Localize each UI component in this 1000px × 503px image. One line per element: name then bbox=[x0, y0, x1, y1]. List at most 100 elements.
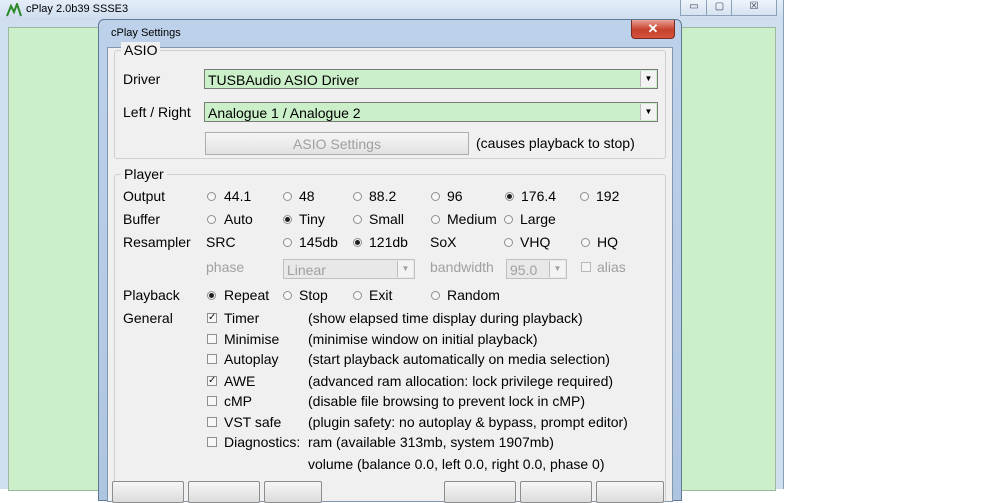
awe-description: (advanced ram allocation: lock privilege… bbox=[308, 373, 614, 389]
sox-radio-vhq[interactable] bbox=[504, 238, 513, 247]
vst-safe-description: (plugin safety: no autoplay & bypass, pr… bbox=[308, 414, 628, 430]
src-radio-145db[interactable] bbox=[283, 238, 292, 247]
src-label: SRC bbox=[206, 234, 236, 250]
main-close-button[interactable]: ☒ bbox=[731, 0, 777, 16]
phase-label: phase bbox=[206, 259, 245, 275]
phase-select[interactable]: Linear ▼ bbox=[283, 259, 415, 279]
main-window-title: cPlay 2.0b39 SSSE3 bbox=[26, 3, 129, 15]
playback-option-repeat: Repeat bbox=[224, 287, 270, 303]
vst-safe-label: VST safe bbox=[224, 414, 282, 430]
bandwidth-select[interactable]: 95.0 ▼ bbox=[506, 259, 567, 279]
output-option-88-2: 88.2 bbox=[369, 188, 397, 204]
playback-radio-exit[interactable] bbox=[353, 291, 362, 300]
alias-checkbox[interactable] bbox=[581, 262, 591, 272]
output-radio-48[interactable] bbox=[283, 192, 292, 201]
sox-option-hq: HQ bbox=[597, 234, 618, 250]
output-option-176-4: 176.4 bbox=[521, 188, 557, 204]
minimize-button[interactable]: ▭ bbox=[680, 0, 708, 16]
output-radio-44-1[interactable] bbox=[207, 192, 216, 201]
maximize-button[interactable]: ▢ bbox=[706, 0, 733, 16]
minimise-checkbox[interactable] bbox=[207, 334, 217, 344]
chevron-down-icon: ▼ bbox=[397, 261, 413, 277]
dialog-close-button[interactable]: ✕ bbox=[631, 20, 675, 39]
playback-label: Playback bbox=[123, 287, 180, 303]
dialog-title: cPlay Settings bbox=[111, 27, 181, 39]
alias-label: alias bbox=[597, 259, 626, 275]
diagnostics-ram-info: ram (available 313mb, system 1907mb) bbox=[308, 434, 554, 450]
playback-radio-repeat[interactable] bbox=[207, 291, 216, 300]
output-option-44-1: 44.1 bbox=[224, 188, 252, 204]
driver-select[interactable]: TUSBAudio ASIO Driver ▼ bbox=[204, 69, 658, 89]
resampler-label: Resampler bbox=[123, 234, 191, 250]
main-titlebar[interactable]: cPlay 2.0b39 SSSE3 bbox=[0, 0, 783, 20]
close-icon: ☒ bbox=[749, 1, 759, 12]
minimise-label: Minimise bbox=[224, 331, 280, 347]
dialog-client-area: ASIO Driver TUSBAudio ASIO Driver ▼ Left… bbox=[107, 42, 673, 503]
output-option-192: 192 bbox=[596, 188, 620, 204]
minimize-icon: ▭ bbox=[689, 1, 699, 12]
buffer-option-tiny: Tiny bbox=[299, 211, 325, 227]
buffer-option-auto: Auto bbox=[224, 211, 253, 227]
channels-value: Analogue 1 / Analogue 2 bbox=[208, 105, 361, 121]
timer-checkbox[interactable]: ✓ bbox=[207, 313, 217, 323]
playback-option-random: Random bbox=[447, 287, 500, 303]
bottom-button-3[interactable] bbox=[264, 481, 322, 503]
settings-dialog: cPlay Settings ✕ ASIO Driver TUSBAudio A… bbox=[98, 19, 682, 503]
autoplay-label: Autoplay bbox=[224, 351, 279, 367]
bottom-button-1[interactable] bbox=[112, 481, 184, 503]
buffer-radio-small[interactable] bbox=[353, 215, 362, 224]
output-radio-192[interactable] bbox=[580, 192, 589, 201]
buffer-radio-tiny[interactable] bbox=[283, 215, 292, 224]
buffer-option-small: Small bbox=[369, 211, 405, 227]
timer-description: (show elapsed time display during playba… bbox=[308, 310, 583, 326]
bottom-button-5[interactable] bbox=[520, 481, 592, 503]
chevron-down-icon: ▼ bbox=[640, 104, 656, 120]
buffer-radio-large[interactable] bbox=[504, 215, 513, 224]
src-radio-121db[interactable] bbox=[353, 238, 362, 247]
asio-settings-note: (causes playback to stop) bbox=[476, 135, 635, 151]
autoplay-checkbox[interactable] bbox=[207, 354, 217, 364]
phase-value: Linear bbox=[287, 262, 326, 278]
awe-checkbox[interactable]: ✓ bbox=[207, 376, 217, 386]
asio-settings-button[interactable]: ASIO Settings bbox=[205, 132, 469, 155]
diagnostics-checkbox[interactable] bbox=[207, 437, 217, 447]
asio-group-label: ASIO bbox=[121, 42, 161, 58]
playback-option-exit: Exit bbox=[369, 287, 393, 303]
bottom-button-6[interactable] bbox=[596, 481, 664, 503]
playback-option-stop: Stop bbox=[299, 287, 328, 303]
awe-label: AWE bbox=[224, 373, 256, 389]
chevron-down-icon: ▼ bbox=[549, 261, 565, 277]
sox-label: SoX bbox=[430, 234, 457, 250]
buffer-option-large: Large bbox=[520, 211, 556, 227]
left-right-label: Left / Right bbox=[123, 104, 191, 120]
channels-select[interactable]: Analogue 1 / Analogue 2 ▼ bbox=[204, 102, 658, 122]
bottom-button-4[interactable] bbox=[444, 481, 516, 503]
buffer-radio-auto[interactable] bbox=[207, 215, 216, 224]
output-radio-88-2[interactable] bbox=[353, 192, 362, 201]
cmp-checkbox[interactable] bbox=[207, 396, 217, 406]
driver-value: TUSBAudio ASIO Driver bbox=[208, 72, 359, 88]
playback-radio-random[interactable] bbox=[431, 291, 440, 300]
buffer-radio-medium[interactable] bbox=[431, 215, 440, 224]
diagnostics-volume-info: volume (balance 0.0, left 0.0, right 0.0… bbox=[308, 456, 605, 472]
sox-radio-hq[interactable] bbox=[581, 238, 590, 247]
playback-radio-stop[interactable] bbox=[283, 291, 292, 300]
minimise-description: (minimise window on initial playback) bbox=[308, 331, 538, 347]
app-logo-icon bbox=[6, 3, 22, 17]
maximize-icon: ▢ bbox=[714, 1, 725, 12]
output-radio-96[interactable] bbox=[431, 192, 440, 201]
cmp-description: (disable file browsing to prevent lock i… bbox=[308, 393, 586, 409]
cmp-label: cMP bbox=[224, 393, 252, 409]
player-group-label: Player bbox=[121, 166, 167, 182]
output-option-96: 96 bbox=[447, 188, 463, 204]
output-option-48: 48 bbox=[299, 188, 315, 204]
src-option-145db: 145db bbox=[299, 234, 338, 250]
bandwidth-value: 95.0 bbox=[510, 262, 538, 278]
bottom-button-2[interactable] bbox=[188, 481, 260, 503]
driver-label: Driver bbox=[123, 71, 161, 87]
output-label: Output bbox=[123, 188, 166, 204]
chevron-down-icon: ▼ bbox=[640, 71, 656, 87]
diagnostics-label: Diagnostics: bbox=[224, 434, 301, 450]
vst-safe-checkbox[interactable] bbox=[207, 417, 217, 427]
output-radio-176-4[interactable] bbox=[505, 192, 514, 201]
